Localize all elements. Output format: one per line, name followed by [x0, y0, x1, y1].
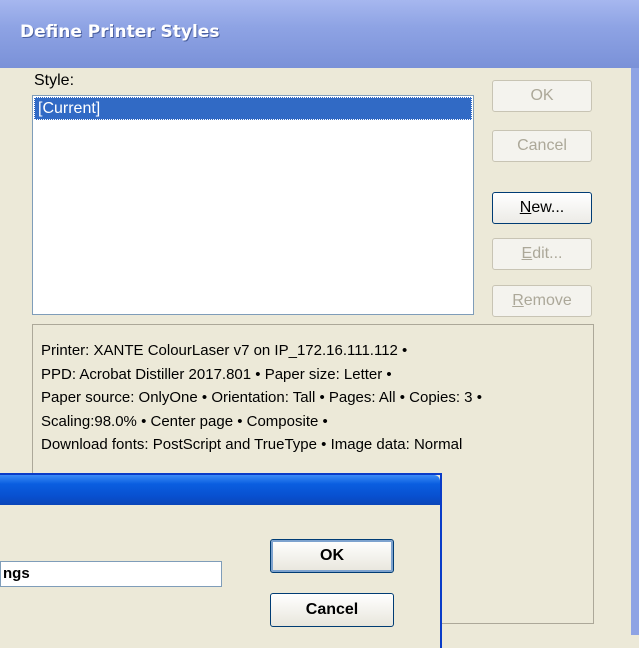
cancel-button[interactable]: Cancel	[492, 130, 592, 162]
sub-cancel-button[interactable]: Cancel	[270, 593, 394, 627]
detail-line: PPD: Acrobat Distiller 2017.801 • Paper …	[41, 365, 392, 383]
style-name-input[interactable]: ngs	[0, 561, 222, 587]
detail-line: Download fonts: PostScript and TrueType …	[41, 436, 463, 453]
detail-line: Printer: XANTE ColourLaser v7 on IP_172.…	[41, 342, 408, 359]
remove-button[interactable]: Remove	[492, 285, 592, 317]
styles-listbox[interactable]: [Current]	[32, 95, 474, 315]
style-label: Style:	[34, 72, 75, 89]
new-label-post: ew...	[531, 199, 565, 216]
detail-line: Paper source: OnlyOne • Orientation: Tal…	[41, 389, 482, 406]
sub-dialog-title-bar[interactable]	[0, 475, 440, 505]
list-item[interactable]: [Current]	[34, 97, 472, 120]
sub-ok-button[interactable]: OK	[270, 539, 394, 573]
ok-button[interactable]: OK	[492, 80, 592, 112]
remove-mnemonic: R	[512, 292, 524, 309]
dialog-title: Define Printer Styles	[20, 22, 220, 42]
dialog-title-bar[interactable]: Define Printer Styles	[0, 0, 639, 68]
edit-mnemonic: E	[521, 245, 533, 262]
detail-line: Scaling:98.0% • Center page • Composite …	[41, 412, 328, 430]
window-border	[631, 68, 639, 635]
new-button[interactable]: New...	[492, 192, 592, 224]
edit-label-post: dit...	[532, 245, 563, 262]
remove-label-post: emove	[523, 292, 572, 309]
edit-button[interactable]: Edit...	[492, 238, 592, 270]
style-name-dialog: ngs OK Cancel	[0, 473, 442, 648]
new-mnemonic: N	[519, 199, 532, 216]
